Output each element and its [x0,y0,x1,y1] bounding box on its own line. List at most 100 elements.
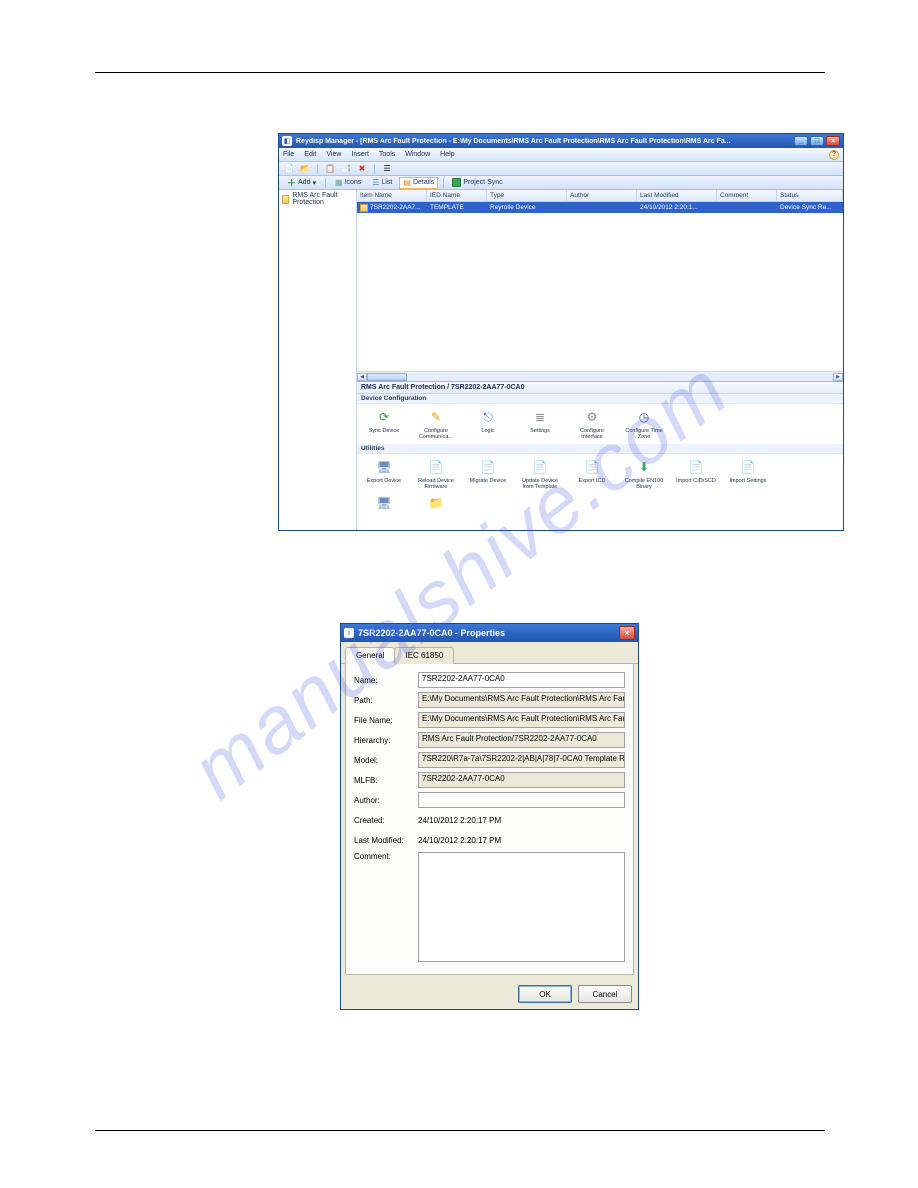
grid-empty-area[interactable] [357,213,843,371]
action-ic-mig[interactable]: 📄Migrate Device [467,458,509,490]
minimize-button[interactable]: _ [794,136,808,146]
label-mlfb: MLFB: [354,776,418,785]
close-button[interactable]: × [826,136,840,146]
titlebar[interactable]: ◧ Reydisp Manager - [RMS Arc Fault Prote… [279,134,843,148]
ic-iset-icon: 📄 [739,458,757,476]
page-rule-top [95,72,825,73]
col-last-modified[interactable]: Last Modified [637,190,717,201]
col-author[interactable]: Author [567,190,637,201]
action-ic-sync[interactable]: ⟳Sync Device [363,408,405,440]
chevron-down-icon: ▾ [312,179,316,187]
page-rule-bottom [95,1130,825,1131]
action-ic-logic[interactable]: ⎋Logic [467,408,509,440]
action-ic-icd[interactable]: 📄Export ICD [571,458,613,490]
title-text: Reydisp Manager - [RMS Arc Fault Protect… [296,138,794,145]
menu-help[interactable]: Help [440,151,454,158]
toolbar-separator [317,164,318,174]
plus-icon: ＋ [287,176,296,189]
dialog-close-button[interactable]: × [619,626,635,640]
col-type[interactable]: Type [487,190,567,201]
project-sync-label: Project Sync [463,179,502,186]
scroll-left-icon[interactable]: ◀ [357,373,367,381]
input-name[interactable]: 7SR2202-2AA77-0CA0 [418,672,625,688]
utilities-row: 🖥Export Device📄Reload Device Firmware📄Mi… [357,454,843,494]
scroll-track[interactable] [407,373,833,381]
dialog-titlebar[interactable]: i 7SR2202-2AA77-0CA0 - Properties × [341,624,638,642]
label-path: Path: [354,696,418,705]
action-ic-iface[interactable]: ⚙Configure Interface [571,408,613,440]
action-ic-set[interactable]: ≣Settings [519,408,561,440]
col-comment[interactable]: Comment [717,190,777,201]
menu-tools[interactable]: Tools [379,151,395,158]
menu-edit[interactable]: Edit [304,151,316,158]
view-list-button[interactable]: ☰List [368,177,396,189]
delete-icon[interactable]: ✖ [356,163,368,175]
help-icon[interactable]: ? [829,150,839,160]
dialog-button-row: OK Cancel [341,979,638,1009]
label-name: Name: [354,676,418,685]
ic-sync-icon: ⟳ [375,408,393,426]
menu-bar: File Edit View Insert Tools Window Help … [279,148,843,162]
open-icon[interactable]: 📂 [299,163,311,175]
menu-insert[interactable]: Insert [351,151,369,158]
input-comment[interactable] [418,852,625,962]
action-label: Configure Communica... [415,428,457,440]
action-ic-upd[interactable]: 📄Update Device from Template [519,458,561,490]
action-ic-comp[interactable]: ⬇Compile EN100 Binary [623,458,665,490]
content-pane: Item Name IED Name Type Author Last Modi… [357,190,843,530]
action-ic-tz[interactable]: ◷Configure Time Zone [623,408,665,440]
cell-ied: TEMPLATE [427,202,487,213]
menu-window[interactable]: Window [405,151,430,158]
project-sync-button[interactable]: Project Sync [449,178,505,187]
dialog-title: 7SR2202-2AA77-0CA0 - Properties [358,628,619,638]
maximize-button[interactable]: □ [810,136,824,146]
new-icon[interactable]: 📄 [283,163,295,175]
add-button[interactable]: ＋Add ▾ [283,177,320,189]
action-ic-comm[interactable]: ✎Configure Communica... [415,408,457,440]
view-icons-button[interactable]: ▦Icons [331,177,365,189]
cancel-button[interactable]: Cancel [578,985,632,1003]
action-ic-dev[interactable]: 🖥 [363,494,405,526]
action-label: Reload Device Firmware [415,478,457,490]
label-author: Author: [354,796,418,805]
info-icon: i [344,628,354,638]
scroll-right-icon[interactable]: ▶ [833,373,843,381]
scroll-thumb[interactable] [367,373,407,381]
ic-iface-icon: ⚙ [583,408,601,426]
copy-icon[interactable]: 📋 [324,163,336,175]
horizontal-scrollbar[interactable]: ◀ ▶ [357,371,843,381]
sync-icon [452,178,461,187]
tree-root[interactable]: RMS Arc Fault Protection [279,190,356,208]
value-created: 24/10/2012 2:20:17 PM [418,816,625,825]
ic-icd-icon: 📄 [583,458,601,476]
tab-general[interactable]: General [345,647,395,664]
view-label: Details [413,179,434,186]
ic-upd-icon: 📄 [531,458,549,476]
input-hierarchy: RMS Arc Fault Protection/7SR2202-2AA77-0… [418,732,625,748]
menu-view[interactable]: View [326,151,341,158]
col-status[interactable]: Status [777,190,843,201]
action-ic-icid[interactable]: 📄Import CID/SCD [675,458,717,490]
grid-row-selected[interactable]: 7SR2202-2AA7... TEMPLATE Reyrolle Device… [357,202,843,213]
tree-pane[interactable]: RMS Arc Fault Protection [279,190,357,530]
view-details-button[interactable]: ▤Details [399,177,438,189]
props-icon[interactable]: ☰ [381,163,393,175]
paste-icon[interactable]: 📑 [340,163,352,175]
action-ic-exp[interactable]: 🖥Export Device [363,458,405,490]
action-ic-fold[interactable]: 📁 [415,494,457,526]
ic-icid-icon: 📄 [687,458,705,476]
col-ied-name[interactable]: IED Name [427,190,487,201]
section-device-config: Device Configuration [357,394,843,404]
ok-button[interactable]: OK [518,985,572,1003]
input-author[interactable] [418,792,625,808]
toolbar-separator [325,178,326,188]
action-ic-iset[interactable]: 📄Import Settings [727,458,769,490]
tab-iec61850[interactable]: IEC 61850 [394,647,454,664]
col-item-name[interactable]: Item Name [357,190,427,201]
ic-tz-icon: ◷ [635,408,653,426]
folder-icon [282,195,289,204]
menu-file[interactable]: File [283,151,294,158]
cell-status: Device Sync Re... [777,202,843,213]
label-lastmod: Last Modified: [354,836,418,845]
action-ic-rel[interactable]: 📄Reload Device Firmware [415,458,457,490]
